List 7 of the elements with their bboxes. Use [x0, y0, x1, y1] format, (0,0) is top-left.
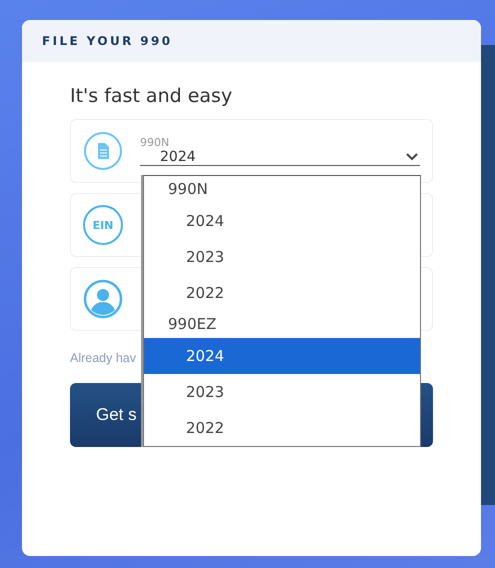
signin-text: Already hav	[70, 351, 136, 365]
tagline: It's fast and easy	[70, 85, 234, 107]
select-value: 2024	[160, 149, 196, 165]
option-group-label: 990EZ	[167, 314, 218, 335]
field-label: 990N	[140, 136, 170, 149]
card-title: FILE YOUR 990	[42, 34, 173, 48]
ein-icon: EIN	[83, 205, 123, 245]
